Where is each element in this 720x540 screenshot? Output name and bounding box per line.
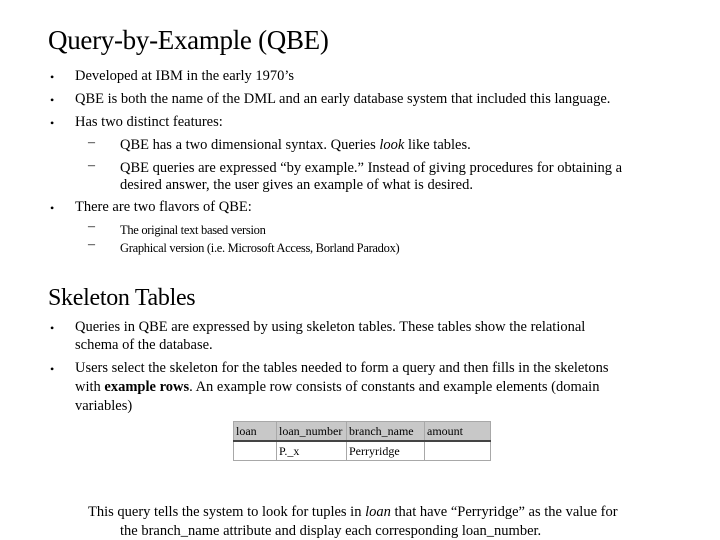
table-row: P._x Perryridge bbox=[233, 440, 491, 461]
table-cell: Perryridge bbox=[346, 440, 425, 461]
bullet-icon: • bbox=[50, 362, 55, 376]
bullet-text: Users select the skeleton for the tables… bbox=[75, 360, 609, 376]
table-cell: P._x bbox=[276, 440, 347, 461]
bullet-text: Has two distinct features: bbox=[75, 114, 223, 130]
bullet-text: Queries in QBE are expressed by using sk… bbox=[75, 319, 586, 335]
sub-bullet-text: Graphical version (i.e. Microsoft Access… bbox=[120, 241, 400, 255]
caption-text: This query tells the system to look for … bbox=[88, 504, 618, 520]
bullet-text-cont: with example rows. An example row consis… bbox=[75, 379, 600, 395]
section-title-skeleton-tables: Skeleton Tables bbox=[48, 285, 196, 311]
skeleton-table-loan: loan loan_number branch_name amount P._x… bbox=[233, 421, 491, 461]
dash-icon: – bbox=[88, 219, 95, 234]
sub-bullet-text: QBE has a two dimensional syntax. Querie… bbox=[120, 137, 471, 153]
caption-text-cont: the branch_name attribute and display ea… bbox=[120, 523, 542, 539]
table-header-cell: loan bbox=[233, 421, 277, 442]
section-title-qbe: Query-by-Example (QBE) bbox=[48, 25, 329, 55]
bullet-icon: • bbox=[50, 93, 55, 107]
sub-bullet-text: The original text based version bbox=[120, 223, 266, 237]
dash-icon: – bbox=[88, 158, 95, 173]
table-header-row: loan loan_number branch_name amount bbox=[233, 421, 491, 442]
bullet-icon: • bbox=[50, 70, 55, 84]
bullet-text-cont: schema of the database. bbox=[75, 337, 213, 353]
sub-bullet-text-cont: desired answer, the user gives an exampl… bbox=[120, 177, 473, 193]
bullet-text-cont: variables) bbox=[75, 398, 133, 414]
table-cell bbox=[424, 440, 491, 461]
table-header-cell: loan_number bbox=[276, 421, 347, 442]
dash-icon: – bbox=[88, 237, 95, 252]
dash-icon: – bbox=[88, 135, 95, 150]
bullet-icon: • bbox=[50, 201, 55, 215]
bullet-text: Developed at IBM in the early 1970’s bbox=[75, 68, 295, 84]
bullet-text: There are two flavors of QBE: bbox=[75, 199, 252, 215]
table-header-cell: branch_name bbox=[346, 421, 425, 442]
sub-bullet-text: QBE queries are expressed “by example.” … bbox=[120, 160, 623, 176]
table-header-cell: amount bbox=[424, 421, 491, 442]
bullet-icon: • bbox=[50, 321, 55, 335]
table-cell bbox=[233, 440, 277, 461]
bullet-icon: • bbox=[50, 116, 55, 130]
bullet-text: QBE is both the name of the DML and an e… bbox=[75, 91, 611, 107]
